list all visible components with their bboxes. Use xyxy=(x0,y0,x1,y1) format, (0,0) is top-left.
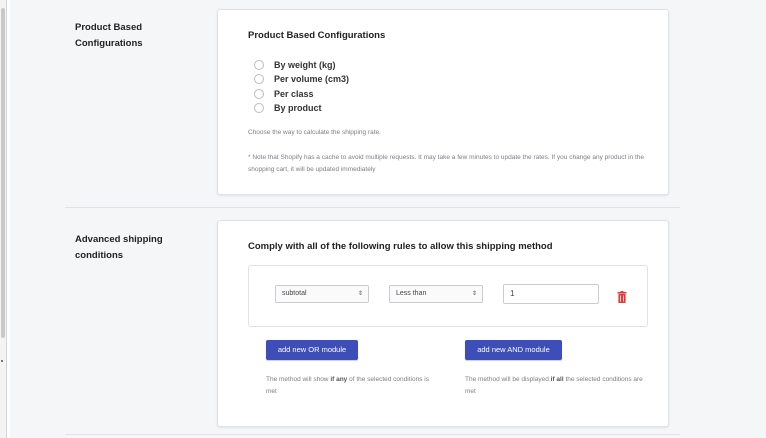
or-module-note: The method will show if any of the selec… xyxy=(266,374,436,398)
and-module-note: The method will be displayed if all the … xyxy=(465,374,645,398)
add-or-module-button[interactable]: add new OR module xyxy=(266,340,358,360)
field-select-value: subtotal xyxy=(282,290,307,297)
rule-value-input[interactable]: 1 xyxy=(503,284,599,304)
radio-per-volume[interactable]: Per volume (cm3) xyxy=(254,74,349,84)
radio-label: Per volume (cm3) xyxy=(274,74,350,84)
advanced-section-title: Advanced shipping conditions xyxy=(75,234,163,261)
radio-circle[interactable] xyxy=(254,60,264,70)
rule-row: subtotal ⇕ Less than ⇕ 1 xyxy=(248,265,648,327)
section-divider xyxy=(65,207,680,208)
scrollbar-thumb[interactable] xyxy=(1,8,5,338)
settings-page: Product Based Configurations Product Bas… xyxy=(10,0,766,438)
cache-note: * Note that Shopify has a cache to avoid… xyxy=(248,154,645,173)
or-note-text: The method will show xyxy=(266,376,331,383)
radio-circle[interactable] xyxy=(254,103,264,113)
radio-circle[interactable] xyxy=(254,74,264,84)
trash-icon[interactable] xyxy=(617,291,627,303)
select-arrows-icon: ⇕ xyxy=(357,291,363,297)
and-note-text: The method will be displayed xyxy=(465,376,551,383)
radio-by-product[interactable]: By product xyxy=(254,103,322,113)
operator-select[interactable]: Less than ⇕ xyxy=(389,285,483,303)
radio-by-weight[interactable]: By weight (kg) xyxy=(254,60,336,70)
scrollbar-marker xyxy=(1,360,3,362)
radio-label: By weight (kg) xyxy=(274,60,336,70)
rules-card-title: Comply with all of the following rules t… xyxy=(248,241,553,252)
radio-label: Per class xyxy=(274,89,314,99)
advanced-conditions-card: Comply with all of the following rules t… xyxy=(217,220,669,427)
section-divider-bottom xyxy=(65,434,680,435)
radio-label: By product xyxy=(274,103,322,113)
radio-circle[interactable] xyxy=(254,89,264,99)
or-note-emphasis: if any xyxy=(330,376,348,383)
operator-select-value: Less than xyxy=(396,290,427,297)
add-and-module-button[interactable]: add new AND module xyxy=(465,340,562,360)
left-scrollbar[interactable] xyxy=(0,0,7,438)
product-section-title: Product Based Configurations xyxy=(75,22,143,49)
select-arrows-icon: ⇕ xyxy=(471,291,477,297)
product-config-card: Product Based Configurations By weight (… xyxy=(217,9,669,195)
field-select[interactable]: subtotal ⇕ xyxy=(275,285,369,303)
and-note-emphasis: if all xyxy=(550,376,564,383)
product-card-title: Product Based Configurations xyxy=(248,30,386,41)
radio-per-class[interactable]: Per class xyxy=(254,89,314,99)
calculation-help-text: Choose the way to calculate the shipping… xyxy=(248,129,381,136)
